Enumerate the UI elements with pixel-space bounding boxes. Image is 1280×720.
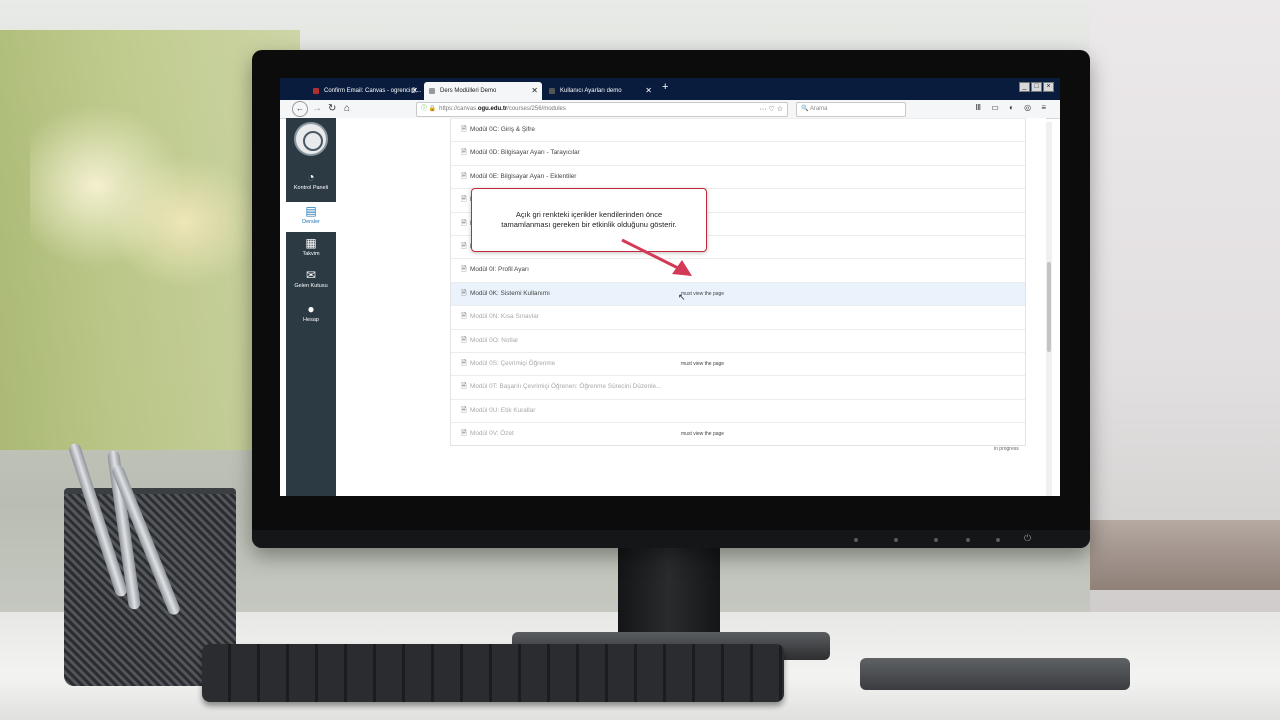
toolbar-icons[interactable]: Ⅲ ▭ ◐ ◎ ≡ xyxy=(976,103,1050,112)
module-row-locked[interactable]: 🗎 Modül 0V: Özet must view the page xyxy=(451,422,1025,445)
document-icon: 🗎 xyxy=(461,313,467,321)
document-icon: 🗎 xyxy=(461,149,467,157)
window-controls: _ □ × xyxy=(1018,81,1054,92)
callout-line-2: tamamlanması gereken bir etkinlik olduğu… xyxy=(501,220,677,229)
close-icon[interactable]: ✕ xyxy=(531,82,538,100)
monitor-stand xyxy=(618,546,720,642)
module-row-locked[interactable]: 🗎 Modül 0S: Çevrimiçi Öğrenme must view th… xyxy=(451,351,1025,375)
callout-line-1: Açık gri renkteki içerikler kendilerinde… xyxy=(515,210,663,219)
close-icon[interactable]: ✕ xyxy=(411,82,418,100)
url-bar[interactable]: ⓘ 🔒 https://canvas.ogu.edu.tr/courses/256… xyxy=(416,102,788,117)
document-icon: 🗎 xyxy=(461,172,467,180)
module-row[interactable]: 🗎 Modül 0I: Profil Ayarı xyxy=(451,258,1025,281)
power-icon: ⏻ xyxy=(1024,533,1032,543)
nav-item-inbox[interactable]: ✉ Gelen Kutusu xyxy=(286,268,336,298)
background-shelf xyxy=(1090,520,1280,590)
module-row[interactable]: 🗎 Modül 0E: Bilgisayar Ayarı - Eklentiler xyxy=(451,164,1025,188)
back-icon[interactable]: ← xyxy=(292,101,308,117)
page-scrollbar[interactable] xyxy=(1046,122,1052,496)
document-icon: 🗎 xyxy=(461,336,467,344)
mouse-cursor-icon: ↖ xyxy=(678,292,686,302)
university-logo[interactable] xyxy=(294,122,328,156)
reload-icon[interactable]: ↻ xyxy=(328,102,336,116)
monitor-button xyxy=(894,538,898,542)
scrollbar-thumb[interactable] xyxy=(1047,262,1051,352)
forward-icon[interactable]: → xyxy=(312,102,322,116)
module-row-locked[interactable]: 🗎 Modül 0N: Kısa Sınavlar xyxy=(451,305,1025,328)
module-row[interactable]: 🗎 Modül 0K: Sistemi Kullanımı must view th… xyxy=(451,281,1025,306)
callout-tooltip: Açık gri renkteki içerikler kendilerinde… xyxy=(471,188,707,252)
page-icon xyxy=(429,88,435,94)
page-icon xyxy=(549,88,555,94)
document-icon: 🗎 xyxy=(461,126,467,133)
maximize-icon[interactable]: □ xyxy=(1031,82,1042,92)
calendar-icon: ▦ xyxy=(305,236,317,250)
monitor-button xyxy=(934,538,938,542)
tab-confirm-email[interactable]: Confirm Email: Canvas - ogrenci@... ✕ xyxy=(308,82,422,100)
document-icon: 🗎 xyxy=(461,219,467,227)
account-icon: ● xyxy=(307,302,315,316)
nav-toolbar: ← → ↻ ⌂ ⓘ 🔒 https://canvas.ogu.edu.tr/cou… xyxy=(280,100,1060,119)
tab-ders-modulleri[interactable]: Ders Modülleri Demo ✕ xyxy=(424,82,542,100)
info-icon: ⓘ 🔒 xyxy=(421,106,437,112)
document-icon: 🗎 xyxy=(461,430,467,438)
search-input[interactable]: 🔍 Arama xyxy=(796,102,906,117)
monitor-screen: Confirm Email: Canvas - ogrenci@... ✕ De… xyxy=(280,78,1060,496)
document-icon: 🗎 xyxy=(461,406,467,414)
dashboard-icon: ◔ xyxy=(307,170,315,184)
module-row-locked[interactable]: 🗎 Modül 0T: Başarılı Çevrimiçi Öğrenen: Ö… xyxy=(451,375,1025,398)
module-row[interactable]: 🗎 Modül 0C: Giriş & Şifre xyxy=(451,118,1025,141)
nav-item-account[interactable]: ● Hesap xyxy=(286,302,336,332)
home-icon[interactable]: ⌂ xyxy=(344,102,350,116)
module-list: 🗎 Modül 0C: Giriş & Şifre 🗎 Modül 0D: Bilg… xyxy=(450,118,1026,447)
nav-item-calendar[interactable]: ▦ Takvim xyxy=(286,236,336,266)
page-actions-icon[interactable]: ··· ♡ ☆ xyxy=(760,103,783,116)
trackpad xyxy=(860,658,1130,690)
document-icon: 🗎 xyxy=(461,266,467,274)
close-icon[interactable]: ✕ xyxy=(645,82,652,100)
nav-item-courses[interactable]: ▤ Dersler xyxy=(286,202,336,232)
module-row[interactable]: 🗎 Modül 0D: Bilgisayar Ayarı - Tarayıcıla… xyxy=(451,141,1025,164)
keyboard xyxy=(202,644,784,702)
course-navigation xyxy=(336,118,439,496)
monitor-button xyxy=(966,538,970,542)
modules-content: 🗎 Modül 0C: Giriş & Şifre 🗎 Modül 0D: Bilg… xyxy=(438,118,1046,496)
global-navigation: ◔ Kontrol Paneli ▤ Dersler ▦ Takvim ✉ Ge… xyxy=(286,118,336,496)
search-icon: 🔍 xyxy=(801,106,809,112)
inbox-icon: ✉ xyxy=(305,268,317,282)
module-status: in progress xyxy=(994,446,1019,452)
monitor-button xyxy=(854,538,858,542)
courses-icon: ▤ xyxy=(305,204,317,218)
document-icon: 🗎 xyxy=(461,383,467,391)
tab-bar: Confirm Email: Canvas - ogrenci@... ✕ De… xyxy=(280,78,1060,100)
minimize-icon[interactable]: _ xyxy=(1019,82,1030,92)
monitor-button xyxy=(996,538,1000,542)
document-icon: 🗎 xyxy=(461,289,467,297)
monitor-chin xyxy=(252,530,1090,548)
new-tab-button[interactable]: + xyxy=(662,81,668,93)
mail-icon xyxy=(313,88,319,94)
photo-scene: ⏻ Confirm Email: Canvas - ogrenci@... ✕ … xyxy=(0,0,1280,720)
tab-kullanici-ayarlari[interactable]: Kullanıcı Ayarları demo ✕ xyxy=(544,82,656,100)
background-lights xyxy=(30,90,250,330)
document-icon: 🗎 xyxy=(461,196,467,204)
module-row-locked[interactable]: 🗎 Modül 0O: Notlar xyxy=(451,328,1025,352)
nav-item-dashboard[interactable]: ◔ Kontrol Paneli xyxy=(286,170,336,200)
document-icon: 🗎 xyxy=(461,359,467,367)
document-icon: 🗎 xyxy=(461,242,467,250)
close-window-icon[interactable]: × xyxy=(1043,82,1054,92)
module-row-locked[interactable]: 🗎 Modül 0U: Etik Kurallar xyxy=(451,398,1025,422)
